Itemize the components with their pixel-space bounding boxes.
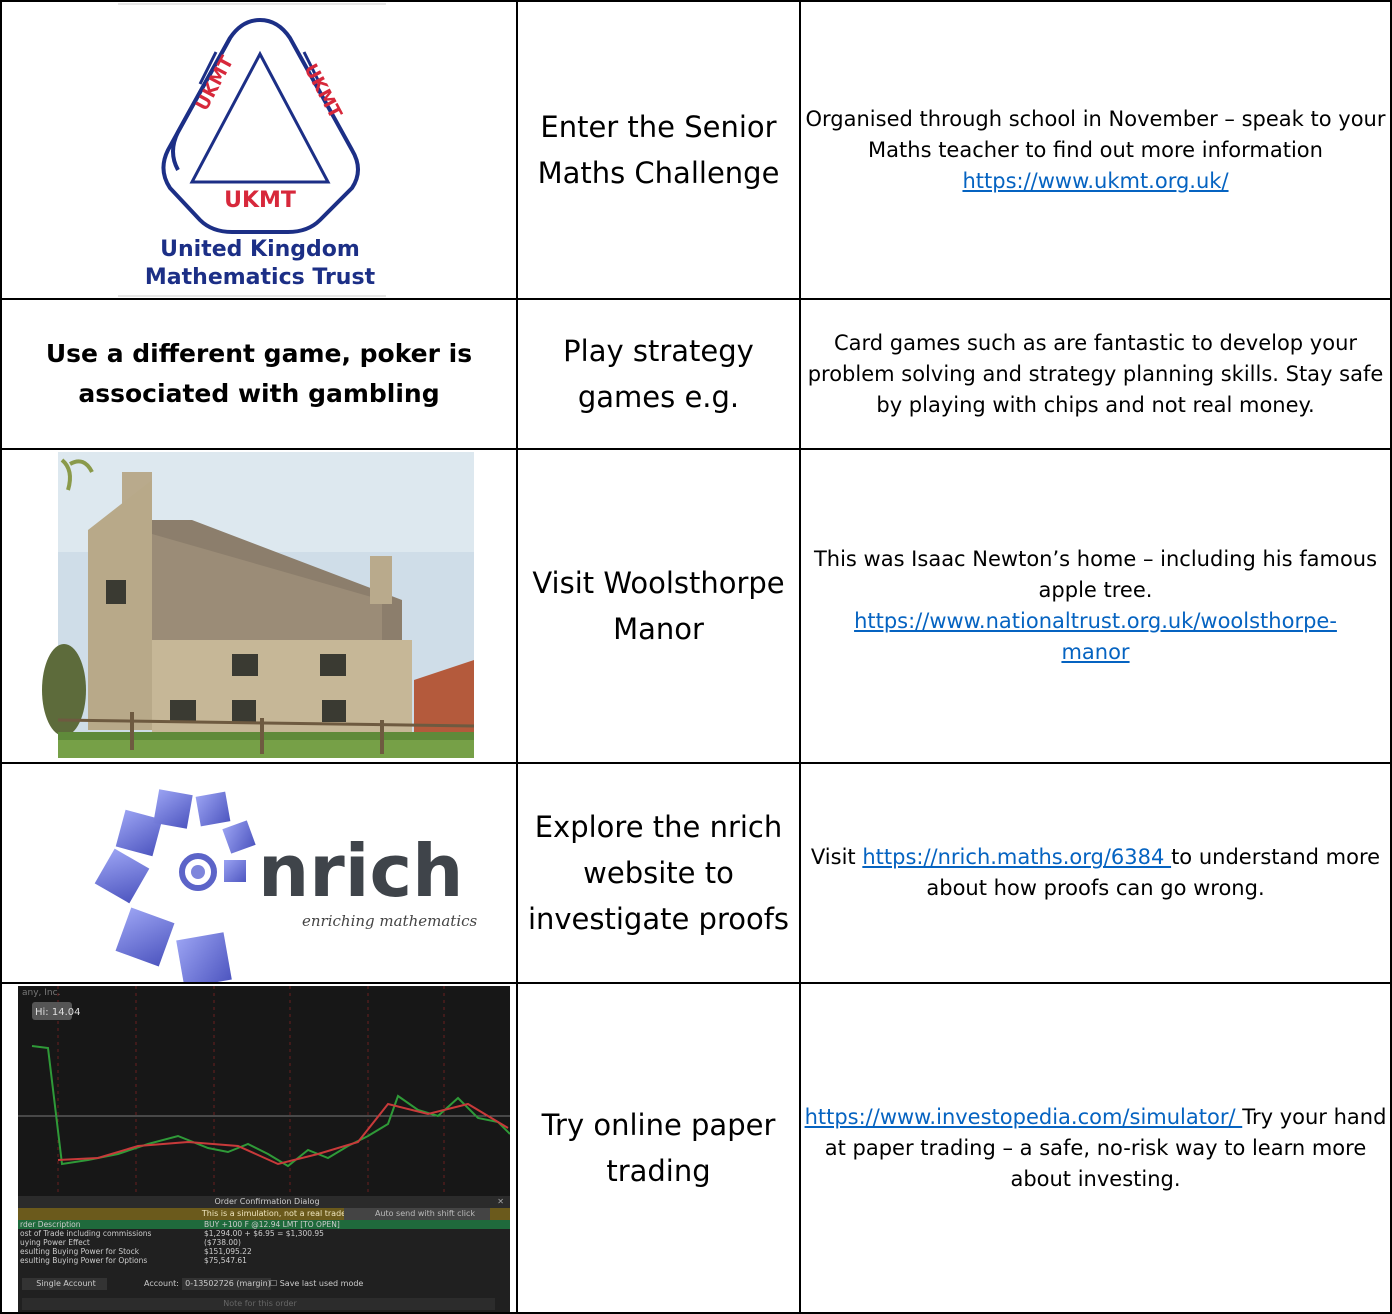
nrich-link[interactable]: https://nrich.maths.org/6384	[862, 845, 1171, 869]
activity-title: Play strategy games e.g.	[516, 298, 801, 450]
activity-description: Organised through school in November – s…	[799, 0, 1392, 300]
description-text: Organised through school in November – s…	[805, 106, 1386, 162]
table-row: nrich enriching mathematics Explore the …	[0, 762, 1392, 984]
activities-table: UKMT UKMT UKMT United Kingdom Mathematic…	[0, 0, 1392, 1314]
order-rows: rder Description BUY +100 F @12.94 LMT [T…	[18, 1220, 510, 1265]
svg-text:Hi: 14.04: Hi: 14.04	[35, 1007, 80, 1018]
save-mode-label: Save last used mode	[279, 1279, 364, 1288]
account-select[interactable]: Single Account	[22, 1278, 107, 1290]
activity-description: Visit https://nrich.maths.org/6384 to un…	[799, 762, 1392, 984]
activity-description: This was Isaac Newton’s home – including…	[799, 448, 1392, 764]
order-row-value: $1,294.00 + $6.95 = $1,300.95	[204, 1229, 324, 1238]
ukmt-link[interactable]: https://www.ukmt.org.uk/	[962, 169, 1228, 193]
order-row-label: uying Power Effect	[20, 1238, 90, 1247]
svg-text:any, Inc.: any, Inc.	[22, 988, 60, 998]
nrich-spiral-icon: nrich enriching mathematics	[94, 789, 478, 982]
auto-send-checkbox[interactable]: Auto send with shift click	[344, 1208, 490, 1220]
order-row-label: rder Description	[20, 1220, 81, 1229]
description-prefix: Visit	[810, 845, 863, 869]
woolsthorpe-photo	[0, 448, 518, 764]
activity-title: Visit Woolsthorpe Manor	[516, 448, 801, 764]
svg-text:United Kingdom: United Kingdom	[160, 237, 360, 262]
investopedia-link[interactable]: https://www.investopedia.com/simulator/	[805, 1105, 1243, 1129]
order-row-label: esulting Buying Power for Stock	[20, 1247, 140, 1256]
trading-screenshot: Hi: 14.04 any, Inc. Order Confirmation D…	[0, 982, 518, 1314]
dialog-title: Order Confirmation Dialog	[18, 1196, 510, 1208]
ukmt-triangle-icon: UKMT UKMT UKMT United Kingdom Mathematic…	[118, 3, 386, 297]
order-row-label: esulting Buying Power for Options	[20, 1256, 148, 1265]
svg-text:UKMT: UKMT	[300, 60, 346, 122]
order-row: uying Power Effect ($738.00)	[18, 1238, 510, 1247]
link-part-1: https://www.nationaltrust.org.uk/woolsth…	[854, 609, 1337, 633]
table-row: Use a different game, poker is associate…	[0, 298, 1392, 450]
svg-text:UKMT: UKMT	[224, 188, 296, 213]
activity-description: https://www.investopedia.com/simulator/ …	[799, 982, 1392, 1314]
order-row: rder Description BUY +100 F @12.94 LMT [T…	[18, 1220, 510, 1229]
manor-house-image	[42, 452, 475, 758]
order-row-value: $75,547.61	[204, 1256, 247, 1265]
trading-platform-image: Hi: 14.04 any, Inc. Order Confirmation D…	[18, 986, 510, 1312]
account-value[interactable]: 0-13502726 (margin)	[182, 1278, 271, 1290]
ukmt-logo: UKMT UKMT UKMT United Kingdom Mathematic…	[0, 0, 518, 300]
order-row-value: BUY +100 F @12.94 LMT [TO OPEN]	[204, 1220, 340, 1229]
order-row-label: ost of Trade including commissions	[20, 1229, 152, 1238]
close-icon[interactable]: ✕	[497, 1196, 504, 1208]
activity-description: Card games such as are fantastic to deve…	[799, 298, 1392, 450]
order-row: esulting Buying Power for Stock $151,095.…	[18, 1247, 510, 1256]
game-note: Use a different game, poker is associate…	[0, 298, 518, 450]
svg-text:Mathematics Trust: Mathematics Trust	[145, 265, 376, 290]
table-row: Hi: 14.04 any, Inc. Order Confirmation D…	[0, 982, 1392, 1314]
save-mode-checkbox[interactable]: ☐ Save last used mode	[270, 1278, 363, 1290]
activity-title: Try online paper trading	[516, 982, 801, 1314]
order-row: ost of Trade including commissions $1,294…	[18, 1229, 510, 1238]
description-text: This was Isaac Newton’s home – including…	[813, 547, 1378, 602]
svg-text:nrich: nrich	[258, 829, 463, 913]
activity-title: Explore the nrich website to investigate…	[516, 762, 801, 984]
order-note-input[interactable]: Note for this order	[22, 1298, 495, 1310]
table-row: UKMT UKMT UKMT United Kingdom Mathematic…	[0, 0, 1392, 300]
order-row: esulting Buying Power for Options $75,547…	[18, 1256, 510, 1265]
order-row-value: ($738.00)	[204, 1238, 241, 1247]
svg-text:enriching mathematics: enriching mathematics	[302, 912, 478, 930]
price-chart: Hi: 14.04 any, Inc.	[18, 986, 510, 1196]
national-trust-link[interactable]: https://www.nationaltrust.org.uk/woolsth…	[854, 609, 1337, 664]
order-row-value: $151,095.22	[204, 1247, 252, 1256]
nrich-logo: nrich enriching mathematics	[0, 762, 518, 984]
order-dialog: Order Confirmation Dialog ✕ This is a si…	[18, 1196, 510, 1312]
link-part-2: manor	[1061, 640, 1130, 664]
account-label: Account:	[144, 1279, 179, 1288]
table-row: Visit Woolsthorpe Manor This was Isaac N…	[0, 448, 1392, 764]
activity-title: Enter the Senior Maths Challenge	[516, 0, 801, 300]
